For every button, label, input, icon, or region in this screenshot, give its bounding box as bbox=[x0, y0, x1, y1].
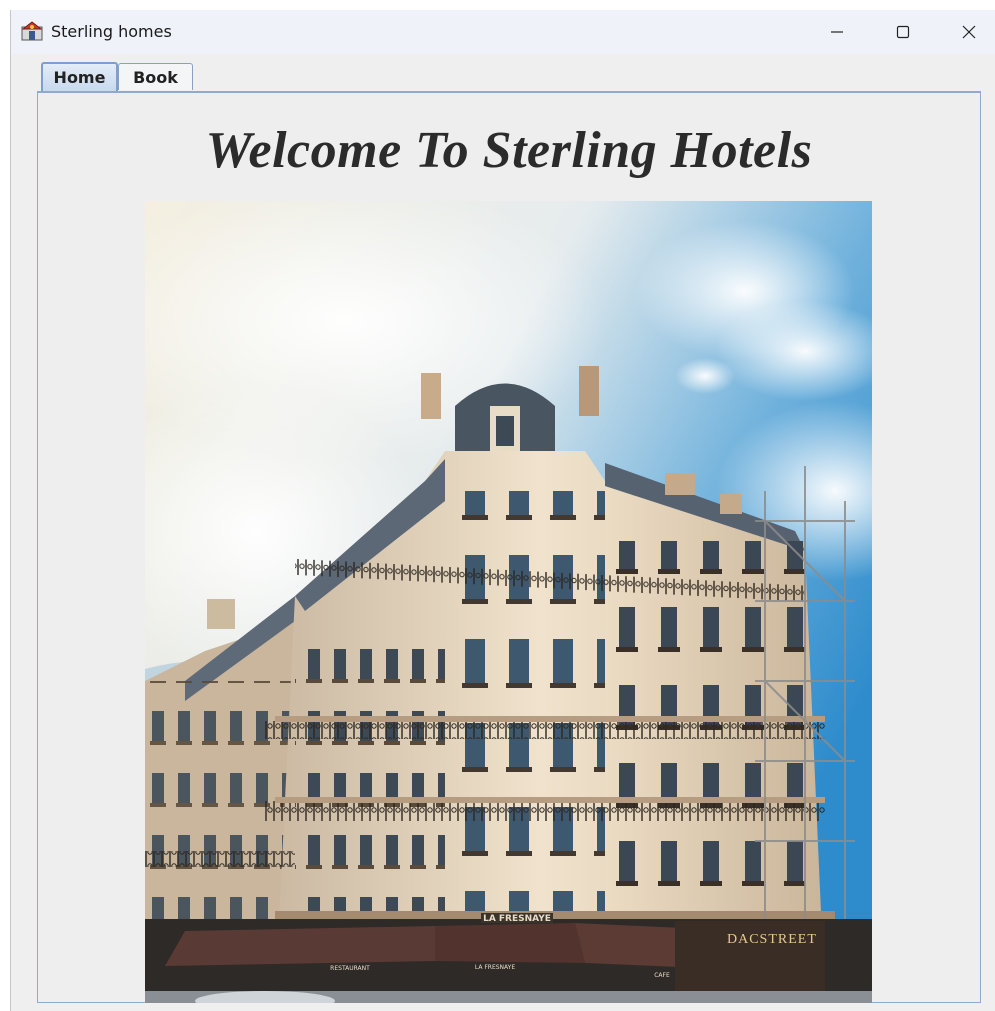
app-window: Sterling homes Home Book Welcome To Ster… bbox=[10, 10, 995, 1011]
title-bar[interactable]: Sterling homes bbox=[11, 10, 995, 54]
tab-home[interactable]: Home bbox=[41, 62, 118, 91]
minimize-button[interactable] bbox=[804, 10, 870, 54]
right-shop-sign: DACSTREET bbox=[727, 932, 817, 947]
awning-left-sign: RESTAURANT bbox=[330, 965, 370, 972]
home-tab-panel: Welcome To Sterling Hotels LA FRESNAYE D… bbox=[37, 91, 981, 1003]
close-button[interactable] bbox=[936, 10, 995, 54]
tab-book[interactable]: Book bbox=[118, 63, 193, 90]
maximize-icon bbox=[896, 25, 910, 39]
corner-sign: LA FRESNAYE bbox=[483, 914, 551, 924]
close-icon bbox=[962, 25, 976, 39]
minimize-icon bbox=[831, 31, 843, 33]
awning-right-sign: CAFE bbox=[654, 972, 670, 979]
window-title: Sterling homes bbox=[51, 22, 172, 41]
maximize-button[interactable] bbox=[870, 10, 936, 54]
awning-mid-sign: LA FRESNAYE bbox=[475, 964, 516, 971]
hotel-building-photo: LA FRESNAYE DACSTREET RESTAURANT LA FRES… bbox=[145, 201, 872, 1003]
java-app-icon bbox=[21, 21, 43, 41]
welcome-heading: Welcome To Sterling Hotels bbox=[205, 122, 813, 179]
